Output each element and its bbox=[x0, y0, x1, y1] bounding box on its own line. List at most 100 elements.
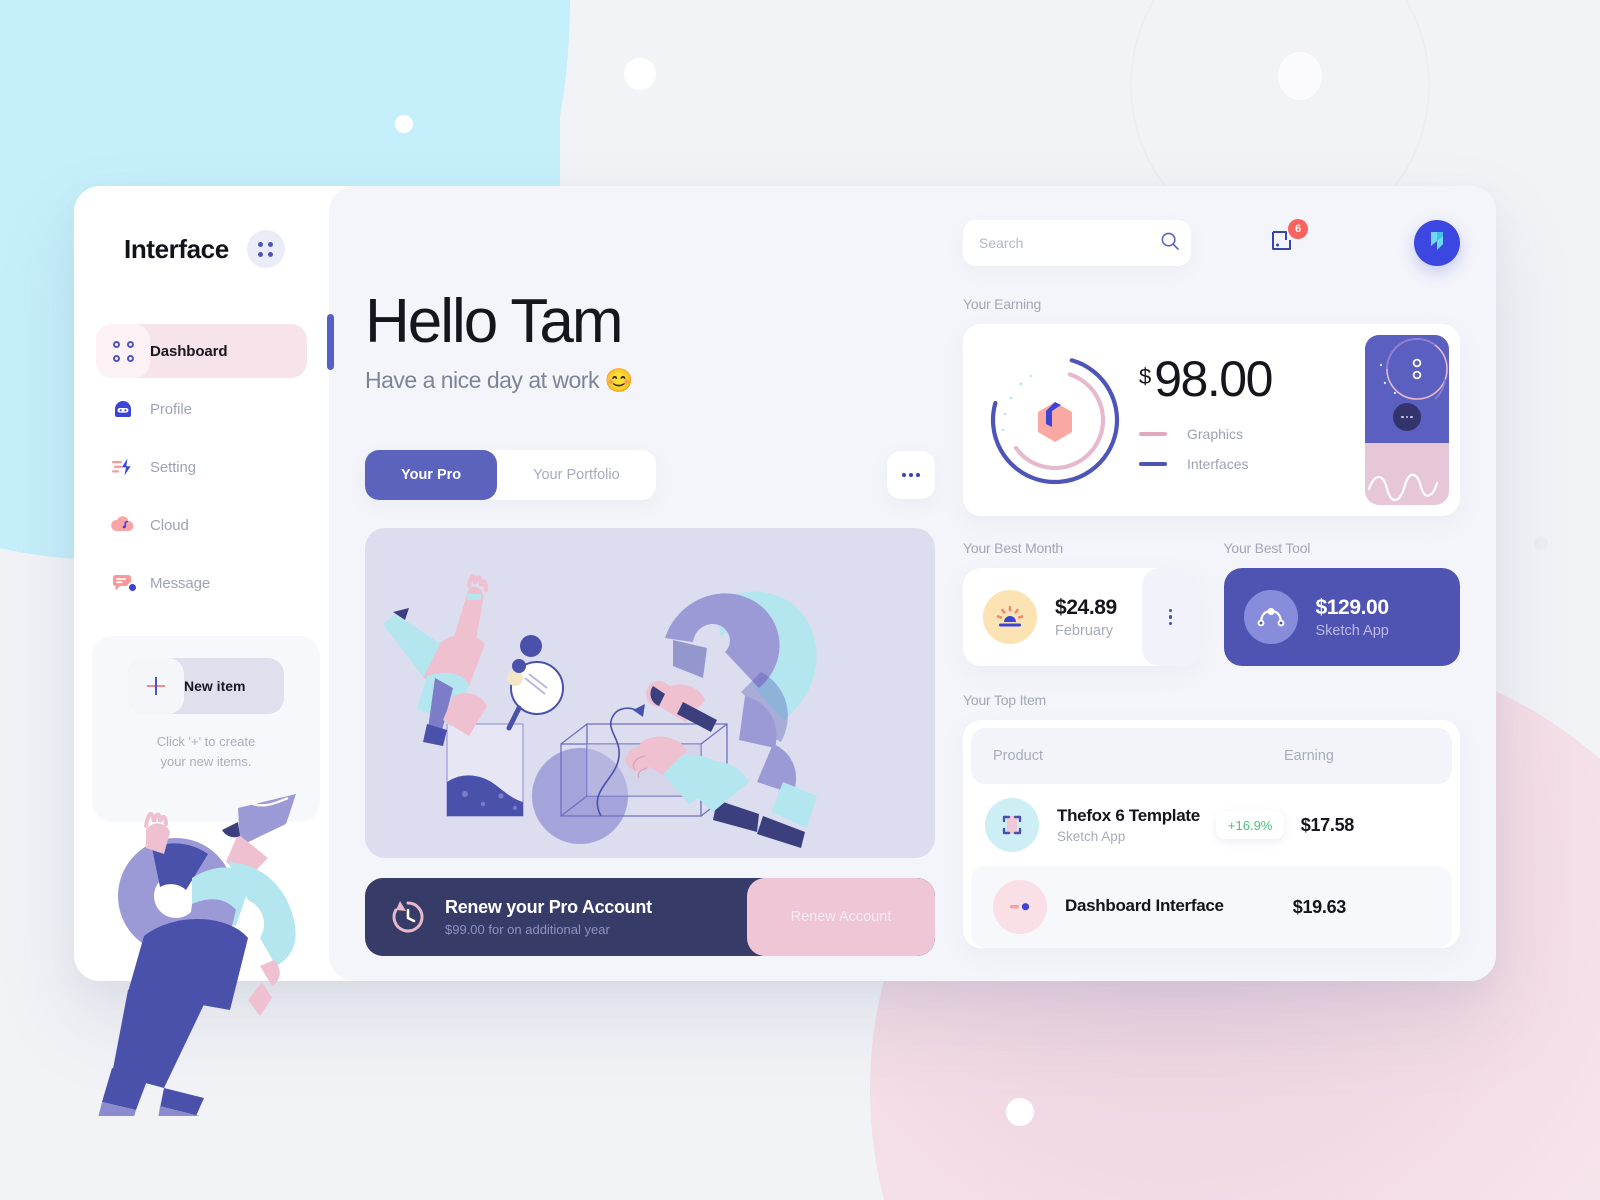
avatar[interactable] bbox=[1414, 220, 1460, 266]
sidebar-item-label: Message bbox=[150, 574, 211, 592]
table-header: Product Earning bbox=[971, 728, 1452, 784]
hero-column: Hello Tam Have a nice day at work 😊 Your… bbox=[365, 216, 935, 981]
app-window: Interface Dashboard Profile Setting Clou… bbox=[74, 186, 1496, 1128]
page-subtitle: Have a nice day at work 😊 bbox=[365, 367, 633, 394]
brand: Interface bbox=[74, 230, 329, 268]
sidebar-item-label: Profile bbox=[150, 400, 192, 418]
stats-row: Your Best Month $24.89 February Your Bes… bbox=[963, 540, 1460, 666]
illustration-card bbox=[365, 528, 935, 859]
notification-button[interactable]: 6 bbox=[1269, 219, 1308, 260]
tabs-row: Your Pro Your Portfolio bbox=[365, 450, 935, 501]
side-column: 6 Your Earning bbox=[963, 216, 1460, 981]
tab-group: Your Pro Your Portfolio bbox=[365, 450, 656, 501]
renew-subtitle: $99.00 for on additional year bbox=[445, 922, 610, 938]
table-row[interactable]: Dashboard Interface $19.63 bbox=[971, 866, 1452, 948]
search-input[interactable] bbox=[979, 235, 1160, 251]
column-header-product: Product bbox=[993, 748, 1043, 764]
sidebar-item-dashboard[interactable]: Dashboard bbox=[96, 324, 307, 378]
legend-item-graphics: Graphics bbox=[1139, 426, 1272, 442]
ghost-dot-top bbox=[1278, 52, 1322, 100]
best-month-column: Your Best Month $24.89 February bbox=[963, 540, 1200, 666]
best-tool-label: Your Best Tool bbox=[1223, 540, 1311, 556]
earning-panel-top bbox=[1365, 335, 1449, 444]
legend-item-interfaces: Interfaces bbox=[1139, 456, 1272, 472]
table-row-info: Dashboard Interface bbox=[1065, 896, 1224, 919]
setting-bolt-icon bbox=[96, 456, 150, 478]
white-dot-bottom bbox=[1006, 1098, 1034, 1126]
more-options-button[interactable] bbox=[887, 451, 935, 500]
sidebar-item-setting[interactable]: Setting bbox=[96, 440, 307, 494]
tab-your-pro[interactable]: Your Pro bbox=[365, 450, 498, 501]
best-tool-sub: Sketch App bbox=[1315, 622, 1389, 639]
renew-account-button[interactable]: Renew Account bbox=[747, 878, 935, 957]
new-item-panel: New item Click '+' to create your new it… bbox=[92, 636, 320, 822]
column-header-earning: Earning bbox=[1284, 748, 1334, 764]
best-month-card[interactable]: $24.89 February bbox=[963, 568, 1200, 666]
table-row-earning: $19.63 bbox=[1292, 896, 1347, 917]
page-title: Hello Tam bbox=[365, 287, 624, 356]
top-item-label: Your Top Item bbox=[963, 692, 1047, 708]
renew-title: Renew your Pro Account bbox=[445, 897, 652, 918]
active-indicator-bar bbox=[327, 314, 334, 370]
sidebar-item-cloud[interactable]: Cloud bbox=[96, 498, 307, 552]
sidebar-item-label: Dashboard bbox=[150, 342, 228, 360]
app-shield-logo bbox=[1424, 227, 1450, 260]
notification-count-badge: 6 bbox=[1288, 219, 1308, 239]
table-row-info: Thefox 6 Template Sketch App bbox=[1057, 806, 1200, 844]
new-item-button[interactable]: New item bbox=[128, 658, 284, 714]
message-badge bbox=[127, 582, 138, 593]
table-row-name: Thefox 6 Template bbox=[1057, 806, 1200, 825]
renew-banner: Renew your Pro Account $99.00 for on add… bbox=[365, 878, 935, 957]
new-item-hint: Click '+' to create your new items. bbox=[92, 732, 320, 772]
vector-pen-icon bbox=[1243, 590, 1298, 644]
people-inspecting-box-illustration bbox=[383, 574, 817, 849]
history-clock-icon bbox=[389, 898, 427, 936]
main-content: Hello Tam Have a nice day at work 😊 Your… bbox=[329, 186, 1496, 981]
growth-badge: +16.9% bbox=[1215, 811, 1285, 839]
legend-label: Interfaces bbox=[1187, 456, 1249, 472]
new-item-hint-line1: Click '+' to create bbox=[156, 734, 256, 749]
white-dot-large bbox=[624, 58, 656, 90]
ghost-dot-right bbox=[1534, 536, 1548, 550]
white-dot-small bbox=[395, 115, 413, 133]
sidebar-item-label: Cloud bbox=[150, 516, 189, 534]
earning-value: 98.00 bbox=[1154, 351, 1273, 407]
profile-icon bbox=[96, 398, 150, 420]
table-row-name: Dashboard Interface bbox=[1065, 895, 1224, 915]
grip-dots-icon[interactable] bbox=[246, 230, 285, 268]
best-tool-card[interactable]: $129.00 Sketch App bbox=[1223, 568, 1460, 666]
earning-currency: $ bbox=[1139, 364, 1152, 389]
legend-swatch bbox=[1139, 432, 1167, 436]
top-item-section: Your Top Item Product Earning Thefox 6 T… bbox=[963, 692, 1460, 948]
best-month-menu-button[interactable] bbox=[1141, 568, 1200, 666]
sidebar-item-message[interactable]: Message bbox=[96, 556, 307, 610]
sidebar-item-profile[interactable]: Profile bbox=[96, 382, 307, 436]
notification-note-icon bbox=[1269, 231, 1297, 260]
brand-name: Interface bbox=[124, 233, 229, 264]
earning-side-panel bbox=[1365, 335, 1449, 505]
best-tool-column: Your Best Tool $129.00 Sketch App bbox=[1223, 540, 1460, 666]
best-tool-texts: $129.00 Sketch App bbox=[1315, 595, 1390, 639]
new-item-hint-line2: your new items. bbox=[160, 754, 252, 770]
earning-amount: $ 98.00 bbox=[1139, 351, 1273, 407]
earning-panel-more-button[interactable] bbox=[1393, 403, 1421, 432]
best-month-label: Your Best Month bbox=[963, 540, 1063, 556]
tab-your-portfolio[interactable]: Your Portfolio bbox=[497, 450, 656, 500]
best-tool-amount: $129.00 bbox=[1315, 595, 1390, 619]
search-icon[interactable] bbox=[1160, 231, 1180, 256]
top-item-table: Product Earning Thefox 6 Template Sketch… bbox=[963, 720, 1460, 948]
best-month-amount: $24.89 bbox=[1055, 595, 1117, 619]
dashboard-grid-icon bbox=[96, 340, 150, 362]
earning-panel-bottom bbox=[1365, 443, 1449, 505]
table-row[interactable]: Thefox 6 Template Sketch App +16.9% $17.… bbox=[963, 784, 1460, 866]
earning-card: $ 98.00 Graphics Interfaces bbox=[963, 324, 1460, 516]
earning-section-label: Your Earning bbox=[963, 296, 1042, 312]
earning-figures: $ 98.00 Graphics Interfaces bbox=[1139, 351, 1273, 486]
table-row-sub: Sketch App bbox=[1057, 829, 1126, 844]
crop-frame-icon bbox=[985, 798, 1039, 852]
legend-swatch bbox=[1139, 462, 1167, 466]
more-vertical-icon bbox=[1168, 608, 1173, 626]
topbar: 6 bbox=[963, 219, 1460, 266]
search-box[interactable] bbox=[963, 220, 1191, 266]
earning-donut-chart bbox=[990, 355, 1120, 485]
